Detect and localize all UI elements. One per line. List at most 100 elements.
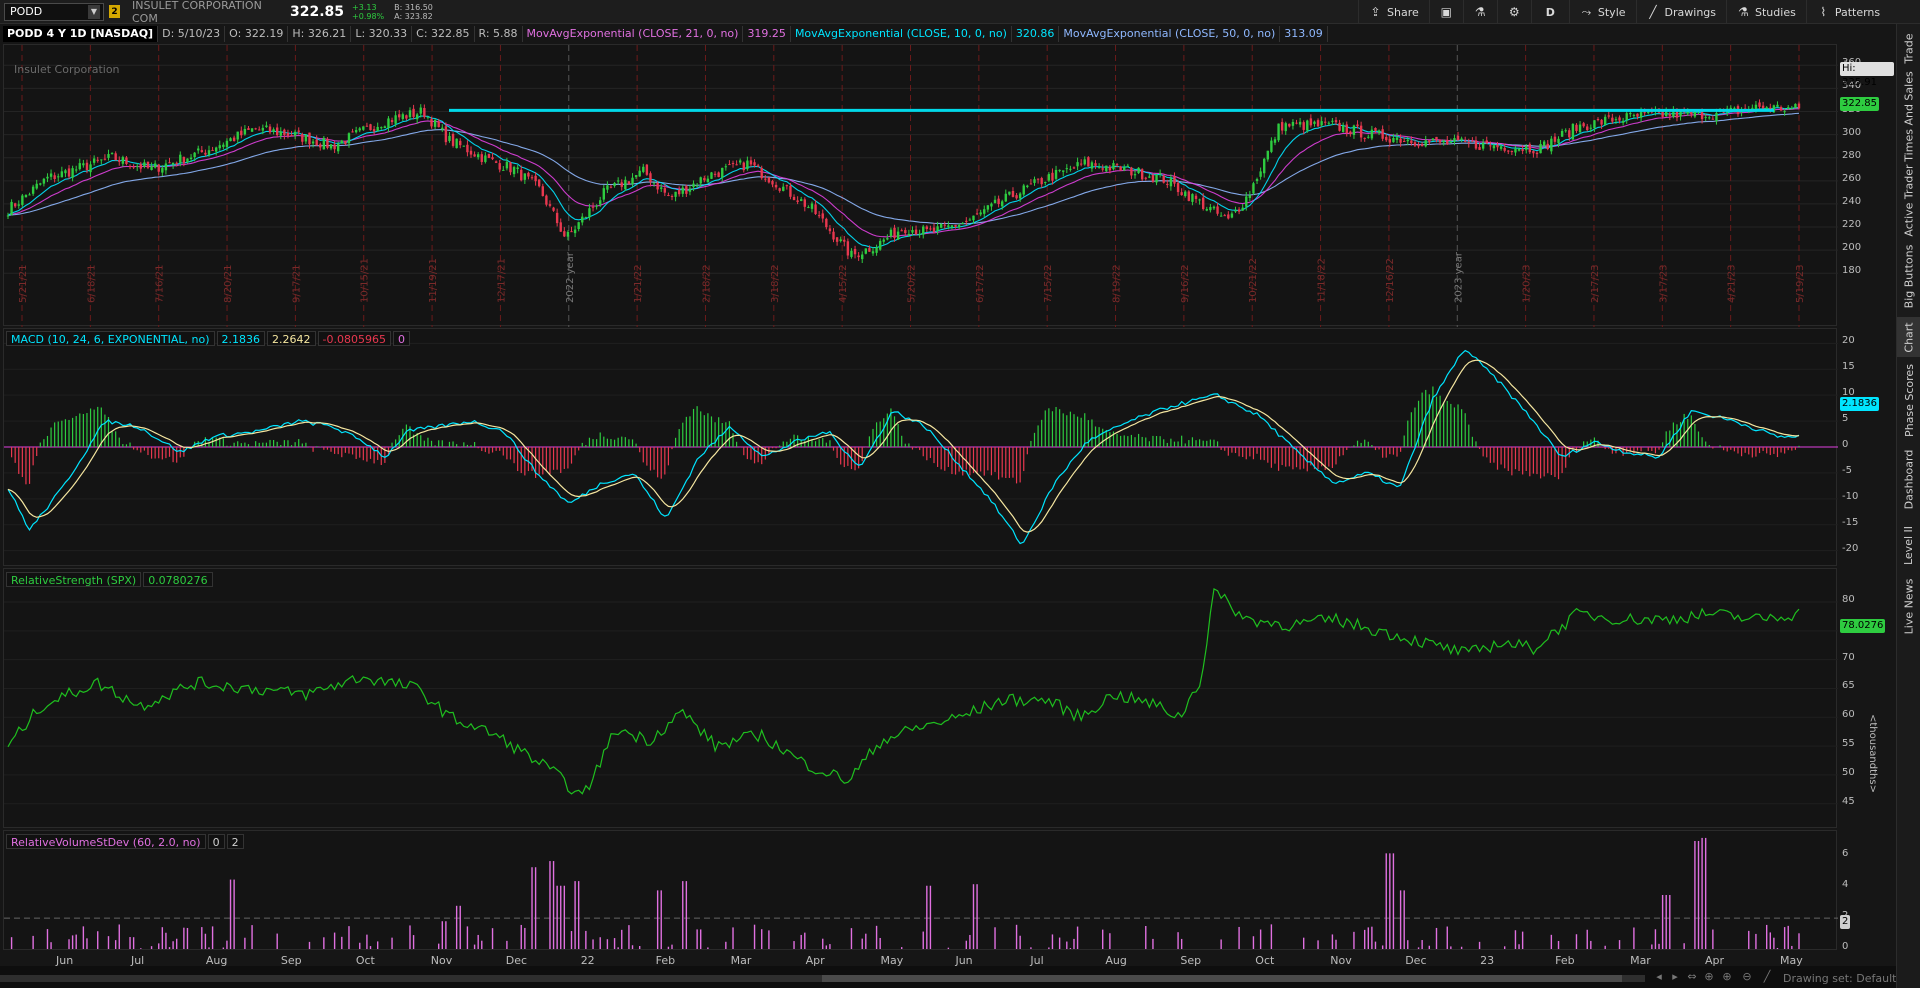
candle-body xyxy=(979,212,982,215)
share-button[interactable]: ⇪ Share xyxy=(1358,0,1429,24)
open-readout: O: 322.19 xyxy=(225,26,289,42)
candle-body xyxy=(577,222,580,230)
x-axis-month-label: Sep xyxy=(1180,954,1202,967)
flask-button[interactable]: ⚗ xyxy=(1462,0,1497,24)
ema10-label[interactable]: MovAvgExponential (CLOSE, 10, 0, no) xyxy=(791,26,1012,42)
candle-body xyxy=(1370,129,1374,139)
crosshair-icon[interactable]: ⊕ xyxy=(1702,970,1716,984)
candle-body xyxy=(1435,136,1438,140)
price-pane[interactable]: 5/21/21 6/18/21 7/16/21 8/20/21 9/17/21 10/15… xyxy=(3,44,1838,327)
candle-body xyxy=(1173,176,1176,184)
candle-body xyxy=(1546,143,1549,150)
macd-chart[interactable] xyxy=(4,329,1838,567)
price-axis-tick: 180 xyxy=(1842,265,1862,277)
candle-body xyxy=(649,173,652,182)
candle-body xyxy=(459,140,462,146)
tab-chart[interactable]: Chart xyxy=(1897,317,1920,357)
candle-body xyxy=(1194,195,1198,199)
zoom-out-icon[interactable]: ⊖ xyxy=(1740,970,1754,984)
candle-body xyxy=(362,126,365,130)
candle-body xyxy=(796,200,799,202)
ema50-label[interactable]: MovAvgExponential (CLOSE, 50, 0, no) xyxy=(1059,26,1281,42)
chevron-down-icon[interactable]: ▼ xyxy=(88,4,100,19)
candle-body xyxy=(469,150,473,155)
candle-body xyxy=(728,164,731,166)
candle-body xyxy=(1065,168,1069,170)
price-chart[interactable]: 5/21/21 6/18/21 7/16/21 8/20/21 9/17/21 10/15… xyxy=(4,45,1838,327)
pan-icon[interactable]: ⇔ xyxy=(1685,970,1699,984)
candle-body xyxy=(333,144,336,150)
last-price-badge: 322.85 xyxy=(1840,97,1879,111)
date-marker-label: 5/19/23 xyxy=(1795,264,1806,303)
rvol-value-2: 2 xyxy=(226,833,244,849)
candle-body xyxy=(1374,127,1377,131)
candle-body xyxy=(699,177,702,184)
candle-body xyxy=(638,170,641,177)
candle-body xyxy=(1535,152,1539,155)
rvol-chart[interactable] xyxy=(4,831,1838,951)
candle-body xyxy=(505,161,509,169)
candle-body xyxy=(1618,117,1621,121)
candle-body xyxy=(509,162,512,173)
candle-body xyxy=(1578,124,1582,133)
candle-body xyxy=(394,115,397,124)
tab-live-news[interactable]: Live News xyxy=(1897,576,1920,636)
candle-body xyxy=(82,163,85,166)
relative-volume-pane[interactable]: RelativeVolumeStDev (60, 2.0, no) 0 2 xyxy=(3,830,1838,951)
ema21-label[interactable]: MovAvgExponential (CLOSE, 21, 0, no) xyxy=(523,26,744,42)
style-button[interactable]: ⤳ Style xyxy=(1568,0,1636,24)
pencil-icon[interactable]: ╱ xyxy=(1760,970,1774,984)
candle-body xyxy=(943,224,946,226)
candle-body xyxy=(681,187,684,194)
candle-body xyxy=(1277,123,1280,141)
zoom-icon[interactable]: ⊕ xyxy=(1720,970,1734,984)
candle-body xyxy=(616,180,620,182)
candle-body xyxy=(408,110,412,118)
rs-chart[interactable] xyxy=(4,569,1838,829)
relative-strength-pane[interactable]: RelativeStrength (SPX) 0.0780276 xyxy=(3,568,1838,829)
candle-body xyxy=(688,188,692,192)
y-axis-column[interactable]: 36034032030028026024022020018020151050-5… xyxy=(1838,44,1894,964)
date-marker-label: 8/19/22 xyxy=(1112,264,1123,303)
tab-phase-scores[interactable]: Phase Scores xyxy=(1897,363,1920,438)
studies-button[interactable]: ⚗ Studies xyxy=(1726,0,1806,24)
symbol-selector[interactable]: PODD ▼ xyxy=(4,2,104,21)
patterns-button[interactable]: ⌇ Patterns xyxy=(1805,0,1890,24)
candle-body xyxy=(272,129,275,132)
link-group-badge[interactable]: 2 xyxy=(109,5,120,18)
rvol-label[interactable]: RelativeVolumeStDev (60, 2.0, no) xyxy=(6,833,206,849)
macd-value: 2.1836 xyxy=(216,330,266,346)
tab-dashboard[interactable]: Dashboard xyxy=(1897,444,1920,514)
macd-pane[interactable]: MACD (10, 24, 6, EXPONENTIAL, no) 2.1836… xyxy=(3,328,1838,567)
drawings-button[interactable]: ╱ Drawings xyxy=(1635,0,1726,24)
tab-big-buttons[interactable]: Big Buttons xyxy=(1897,241,1920,311)
candle-body xyxy=(1137,167,1140,174)
tab-active-trader[interactable]: Active Trader xyxy=(1897,164,1920,236)
rs-label[interactable]: RelativeStrength (SPX) xyxy=(6,571,142,587)
candle-body xyxy=(143,162,146,167)
candle-body xyxy=(1162,175,1165,183)
candle-body xyxy=(950,225,954,228)
scroll-right-icon[interactable]: ▸ xyxy=(1668,970,1682,984)
candle-body xyxy=(466,144,469,153)
candle-body xyxy=(96,159,99,161)
tab-times-and-sales[interactable]: Times And Sales xyxy=(1897,71,1920,161)
tab-trade[interactable]: Trade xyxy=(1897,28,1920,68)
candle-body xyxy=(1751,107,1754,109)
macd-label[interactable]: MACD (10, 24, 6, EXPONENTIAL, no) xyxy=(6,330,215,346)
alert-button[interactable]: ▣ xyxy=(1428,0,1463,24)
candle-body xyxy=(308,132,311,145)
aggregation-button[interactable]: D xyxy=(1530,0,1569,24)
candle-body xyxy=(1575,124,1578,132)
candle-body xyxy=(1514,148,1517,153)
scroll-left-icon[interactable]: ◂ xyxy=(1652,970,1666,984)
chart-symbol-desc[interactable]: PODD 4 Y 1D [NASDAQ] xyxy=(3,26,159,42)
scrollbar-thumb[interactable] xyxy=(822,975,1622,982)
candle-body xyxy=(1140,169,1144,180)
settings-button[interactable]: ⚙ xyxy=(1496,0,1531,24)
drawing-set-label[interactable]: Drawing set: Default xyxy=(1783,972,1896,985)
tab-level-ii[interactable]: Level II xyxy=(1897,520,1920,570)
tab-label: Trade xyxy=(1902,32,1916,64)
candle-body xyxy=(1291,122,1295,126)
candle-body xyxy=(667,195,670,197)
